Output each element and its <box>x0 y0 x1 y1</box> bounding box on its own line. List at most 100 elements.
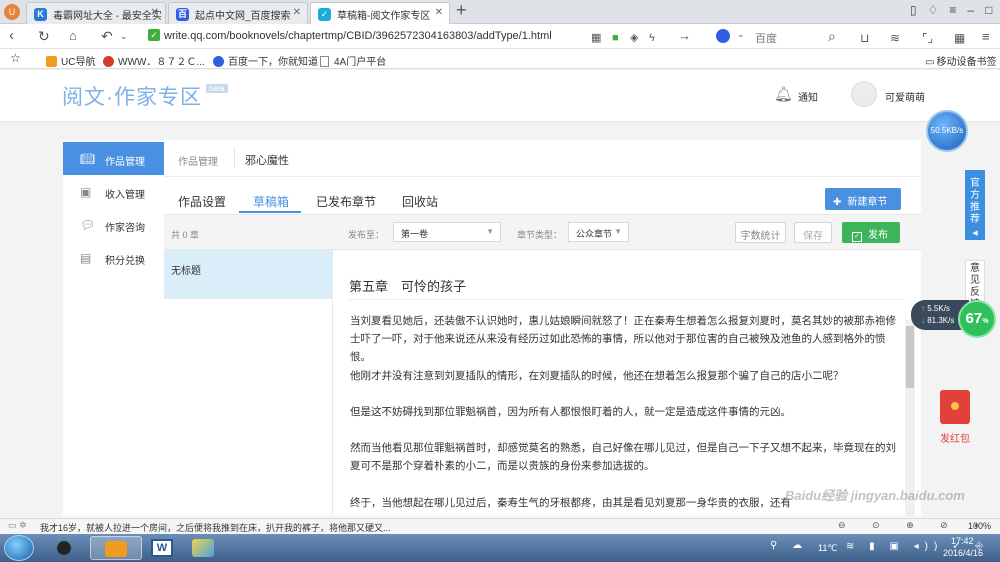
shield-icon[interactable]: ◈ <box>630 29 638 47</box>
wifi-icon[interactable]: ≋ <box>890 29 900 47</box>
bookmark-label: UC导航 <box>61 57 96 68</box>
apps-grid-icon[interactable]: ▦ <box>954 29 965 47</box>
feedback-tab[interactable]: 意见反馈 <box>965 260 985 304</box>
screenshot-icon[interactable]: ⌜⌟ <box>922 29 933 47</box>
window-controls: ▯♢≡–□✕ <box>910 3 1000 17</box>
bookmark-uc-nav[interactable]: UC导航 <box>46 53 95 68</box>
word-icon: W <box>151 539 173 557</box>
official-recommend[interactable]: 官方推荐 ◀ <box>965 170 985 240</box>
home-icon[interactable]: ⌂ <box>69 27 77 45</box>
username[interactable]: 可爱萌萌 <box>885 89 925 104</box>
cart-icon[interactable]: ⊔ <box>860 29 869 47</box>
sidebar-item-works[interactable]: 📖︎ 作品管理 <box>63 142 164 175</box>
star-icon[interactable]: ☆ <box>10 51 21 65</box>
bookmark-label: 百度一下，你就知道 <box>228 57 318 68</box>
browser-logo-icon[interactable]: U <box>4 4 20 20</box>
url-text[interactable]: write.qq.com/booknovels/chaptertmp/CBID/… <box>164 30 552 42</box>
chevron-down-icon: ▼ <box>486 227 494 236</box>
search-icon[interactable]: ⌕ <box>828 27 836 45</box>
tab-duba[interactable]: K 毒霸网址大全 - 最安全实 ✕ <box>26 2 166 24</box>
chevron-down-icon: ▼ <box>614 227 622 236</box>
drafts-count: 共 0 章 <box>171 230 200 240</box>
tab-title: 草稿箱-阅文作家专区 <box>337 11 431 22</box>
save-button[interactable]: 保存 <box>794 222 832 243</box>
search-engine-dropdown-icon[interactable]: ⌄ <box>737 29 745 40</box>
refresh-icon[interactable]: ↻ <box>38 27 50 45</box>
scrollbar-thumb[interactable] <box>906 326 914 388</box>
tab-published[interactable]: 已发布章节 <box>316 193 376 210</box>
forward-go-icon[interactable]: → <box>678 27 691 45</box>
close-tab-icon[interactable]: ✕ <box>435 7 443 18</box>
mobile-bookmarks-label: 移动设备书签 <box>936 57 997 68</box>
flash-icon[interactable]: ϟ <box>649 29 655 47</box>
mobile-bookmarks[interactable]: ▭ 移动设备书签 <box>925 53 996 68</box>
chapter-paragraph: 当刘夏看见她后，还装傲不认识她时，惠儿姑娘瞬间就怒了！正在秦寿生想着怎么报复刘夏… <box>350 315 896 363</box>
red-packet-icon[interactable] <box>940 390 970 424</box>
bookmark-872c[interactable]: WWW．８７２Ｃ... <box>103 53 205 68</box>
news-ticker[interactable]: 我才16岁，就被人拉进一个房间，之后便将我推到在床，扒开我的裤子，将他那又硬又.… <box>40 521 391 534</box>
chapter-title-field[interactable]: 第五章 可怜的孩子 <box>348 266 905 300</box>
publish-button[interactable]: ✓ 发布 <box>842 222 900 243</box>
tab-active-underline <box>239 211 301 213</box>
tab-work-settings[interactable]: 作品设置 <box>178 193 226 210</box>
site-logo[interactable]: 阅文·作家专区 <box>62 81 202 111</box>
os-taskbar: W ⚲ ☁ 11℃ ≋ ▮ ▣ ◂)) ✓ ⎆ 17:42 2016/4/16 <box>0 534 1000 562</box>
close-tab-icon[interactable]: ✕ <box>293 7 301 18</box>
breadcrumb-root[interactable]: 作品管理 <box>178 153 218 168</box>
tab-recycle-bin[interactable]: 回收站 <box>402 193 438 210</box>
start-button[interactable] <box>4 535 34 561</box>
tab-baidu-search[interactable]: 百 起点中文网_百度搜索 ✕ <box>168 2 308 24</box>
skin-icon[interactable]: ♢ <box>928 3 950 17</box>
tab-drafts[interactable]: ✓ 草稿箱-阅文作家专区 ✕ <box>310 2 450 24</box>
new-tab-button[interactable]: + <box>456 0 467 21</box>
qq-taskbar-icon[interactable] <box>50 536 78 560</box>
chapter-type-value: 公众章节 <box>576 229 613 239</box>
back-icon[interactable]: ‹ <box>9 27 14 45</box>
plus-icon: ✚ <box>833 197 842 208</box>
new-chapter-label: 新建章节 <box>847 197 888 208</box>
list-item[interactable]: 无标题 <box>164 250 333 299</box>
maximize-icon[interactable]: □ <box>985 3 1000 17</box>
menu-icon[interactable]: ≡ <box>949 3 967 17</box>
avatar[interactable] <box>851 81 877 107</box>
baidu-paw-icon <box>213 56 224 67</box>
new-chapter-button[interactable]: ✚ 新建章节 <box>825 188 901 210</box>
minimize-icon[interactable]: – <box>967 3 985 17</box>
sidebar-item-label: 收入管理 <box>105 190 145 201</box>
clock-time[interactable]: 17:42 <box>951 536 974 546</box>
red-packet-label[interactable]: 发红包 <box>940 430 970 445</box>
word-count-button[interactable]: 字数统计 <box>735 222 786 243</box>
lock-icon[interactable]: ■ <box>612 29 619 47</box>
sidebar-item-consult[interactable]: 💬︎ 作家咨询 <box>63 208 164 241</box>
bell-icon[interactable]: 🔔︎ <box>774 85 793 103</box>
word-taskbar-icon[interactable]: W <box>145 536 181 560</box>
qr-code-icon[interactable]: ▦ <box>591 29 601 47</box>
chapter-title[interactable]: 第五章 可怜的孩子 <box>349 276 466 295</box>
speed-ball[interactable]: 50.5KB/s <box>926 110 968 152</box>
sidebar-item-income[interactable]: ▣ 收入管理 <box>63 175 164 208</box>
tab-drafts[interactable]: 草稿箱 <box>253 193 289 210</box>
official-recommend-label: 官方推荐 <box>970 178 980 225</box>
sidebar-toggle-icon[interactable]: ▯ <box>910 3 928 17</box>
undo-icon[interactable]: ↶ <box>101 27 113 45</box>
volume-select[interactable]: 第一卷 ▼ <box>393 222 501 242</box>
red-packet-seal-icon <box>951 402 959 410</box>
close-tab-icon[interactable]: ✕ <box>151 7 159 18</box>
undo-dropdown-icon[interactable]: ⌄ <box>120 27 128 45</box>
menu-icon[interactable]: ≡ <box>982 28 990 46</box>
chat-icon: 💬︎ <box>80 218 96 232</box>
chapter-type-select[interactable]: 公众章节 ▼ <box>568 222 629 242</box>
notify-link[interactable]: 通知 <box>798 89 818 104</box>
zoom-level[interactable]: 100% <box>968 521 991 531</box>
memory-percent-ball[interactable]: 67% <box>958 300 996 338</box>
paint-taskbar-icon[interactable] <box>186 536 222 560</box>
baidu-paw-icon[interactable] <box>716 29 730 43</box>
weather-temp[interactable]: 11℃ <box>818 543 837 554</box>
clock-date[interactable]: 2016/4/16 <box>943 548 983 558</box>
mobile-icon: ▭ <box>925 57 935 68</box>
uc-browser-taskbar-icon[interactable] <box>90 536 142 560</box>
sidebar-item-points[interactable]: ▤ 积分兑换 <box>63 241 164 274</box>
bookmark-baidu[interactable]: 百度一下，你就知道 <box>213 53 318 68</box>
search-engine-label[interactable]: 百度 <box>755 30 777 46</box>
bookmark-4a[interactable]: 4A门户平台 <box>320 53 386 68</box>
